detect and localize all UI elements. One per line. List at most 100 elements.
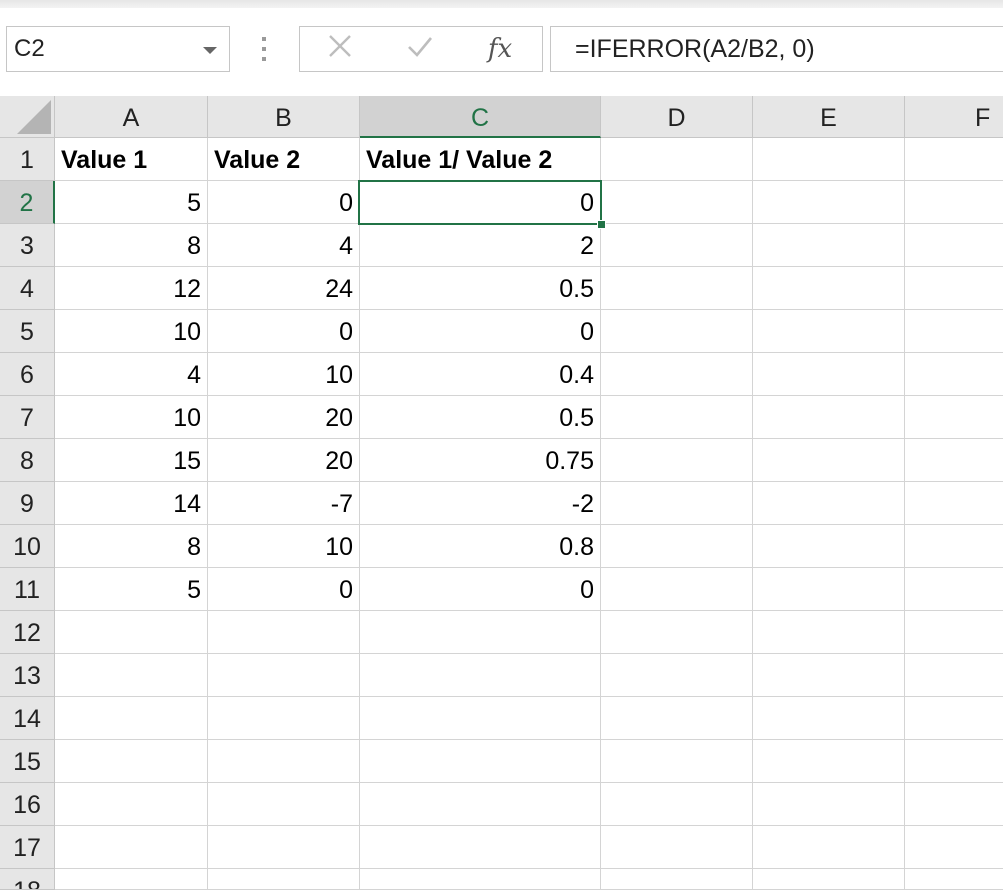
formula-input[interactable]: =IFERROR(A2/B2, 0) [550, 26, 1003, 72]
cell-b13[interactable] [208, 654, 360, 697]
cell-e4[interactable] [753, 267, 905, 310]
cell-b4[interactable]: 24 [208, 267, 360, 310]
row-header-1[interactable]: 1 [0, 138, 55, 181]
cell-a8[interactable]: 15 [55, 439, 208, 482]
cell-b14[interactable] [208, 697, 360, 740]
cell-c10[interactable]: 0.8 [360, 525, 601, 568]
cell-a16[interactable] [55, 783, 208, 826]
cell-a6[interactable]: 4 [55, 353, 208, 396]
cell-c4[interactable]: 0.5 [360, 267, 601, 310]
cell-f18[interactable] [905, 869, 1003, 890]
row-header-12[interactable]: 12 [0, 611, 55, 654]
cell-a10[interactable]: 8 [55, 525, 208, 568]
cell-c13[interactable] [360, 654, 601, 697]
cell-b18[interactable] [208, 869, 360, 890]
cell-a3[interactable]: 8 [55, 224, 208, 267]
cell-e13[interactable] [753, 654, 905, 697]
drag-handle-icon[interactable] [262, 37, 266, 63]
cell-b17[interactable] [208, 826, 360, 869]
cell-f5[interactable] [905, 310, 1003, 353]
cell-d2[interactable] [601, 181, 753, 224]
cell-c1[interactable]: Value 1/ Value 2 [360, 138, 601, 181]
cell-e3[interactable] [753, 224, 905, 267]
cell-d10[interactable] [601, 525, 753, 568]
cell-f3[interactable] [905, 224, 1003, 267]
cell-e2[interactable] [753, 181, 905, 224]
row-header-4[interactable]: 4 [0, 267, 55, 310]
cell-d11[interactable] [601, 568, 753, 611]
cell-e7[interactable] [753, 396, 905, 439]
row-header-16[interactable]: 16 [0, 783, 55, 826]
cell-a12[interactable] [55, 611, 208, 654]
cell-d4[interactable] [601, 267, 753, 310]
row-header-15[interactable]: 15 [0, 740, 55, 783]
cell-b16[interactable] [208, 783, 360, 826]
row-header-11[interactable]: 11 [0, 568, 55, 611]
row-header-14[interactable]: 14 [0, 697, 55, 740]
cell-f10[interactable] [905, 525, 1003, 568]
cell-f16[interactable] [905, 783, 1003, 826]
cell-d3[interactable] [601, 224, 753, 267]
cell-a4[interactable]: 12 [55, 267, 208, 310]
cell-a5[interactable]: 10 [55, 310, 208, 353]
cell-c8[interactable]: 0.75 [360, 439, 601, 482]
cell-e5[interactable] [753, 310, 905, 353]
column-header-e[interactable]: E [753, 96, 905, 138]
cell-c16[interactable] [360, 783, 601, 826]
cell-e11[interactable] [753, 568, 905, 611]
cell-f14[interactable] [905, 697, 1003, 740]
cell-d16[interactable] [601, 783, 753, 826]
column-header-b[interactable]: B [208, 96, 360, 138]
cell-d14[interactable] [601, 697, 753, 740]
row-header-13[interactable]: 13 [0, 654, 55, 697]
cell-e6[interactable] [753, 353, 905, 396]
cell-d13[interactable] [601, 654, 753, 697]
cell-d9[interactable] [601, 482, 753, 525]
cell-d1[interactable] [601, 138, 753, 181]
row-header-9[interactable]: 9 [0, 482, 55, 525]
cell-c5[interactable]: 0 [360, 310, 601, 353]
row-header-18[interactable]: 18 [0, 869, 55, 890]
row-header-17[interactable]: 17 [0, 826, 55, 869]
fill-handle[interactable] [597, 220, 606, 229]
cell-b11[interactable]: 0 [208, 568, 360, 611]
cell-f4[interactable] [905, 267, 1003, 310]
cell-a17[interactable] [55, 826, 208, 869]
cell-b8[interactable]: 20 [208, 439, 360, 482]
cell-a7[interactable]: 10 [55, 396, 208, 439]
cell-e10[interactable] [753, 525, 905, 568]
cell-a14[interactable] [55, 697, 208, 740]
enter-button[interactable] [400, 33, 440, 65]
cell-b2[interactable]: 0 [208, 181, 360, 224]
name-box[interactable]: C2 [6, 26, 230, 72]
cell-f11[interactable] [905, 568, 1003, 611]
cell-c11[interactable]: 0 [360, 568, 601, 611]
cell-f13[interactable] [905, 654, 1003, 697]
cell-b9[interactable]: -7 [208, 482, 360, 525]
row-header-7[interactable]: 7 [0, 396, 55, 439]
cell-f7[interactable] [905, 396, 1003, 439]
row-header-10[interactable]: 10 [0, 525, 55, 568]
cell-b1[interactable]: Value 2 [208, 138, 360, 181]
cell-b7[interactable]: 20 [208, 396, 360, 439]
cell-a13[interactable] [55, 654, 208, 697]
cell-c7[interactable]: 0.5 [360, 396, 601, 439]
cell-a11[interactable]: 5 [55, 568, 208, 611]
cell-c15[interactable] [360, 740, 601, 783]
column-header-f[interactable]: F [905, 96, 1003, 138]
cell-c17[interactable] [360, 826, 601, 869]
cell-e1[interactable] [753, 138, 905, 181]
row-header-8[interactable]: 8 [0, 439, 55, 482]
cell-b3[interactable]: 4 [208, 224, 360, 267]
select-all-button[interactable] [0, 96, 55, 138]
cell-c3[interactable]: 2 [360, 224, 601, 267]
cell-d15[interactable] [601, 740, 753, 783]
cell-a18[interactable] [55, 869, 208, 890]
cell-a2[interactable]: 5 [55, 181, 208, 224]
cell-b5[interactable]: 0 [208, 310, 360, 353]
cell-e15[interactable] [753, 740, 905, 783]
cell-e14[interactable] [753, 697, 905, 740]
cell-d5[interactable] [601, 310, 753, 353]
cell-e18[interactable] [753, 869, 905, 890]
cell-b15[interactable] [208, 740, 360, 783]
